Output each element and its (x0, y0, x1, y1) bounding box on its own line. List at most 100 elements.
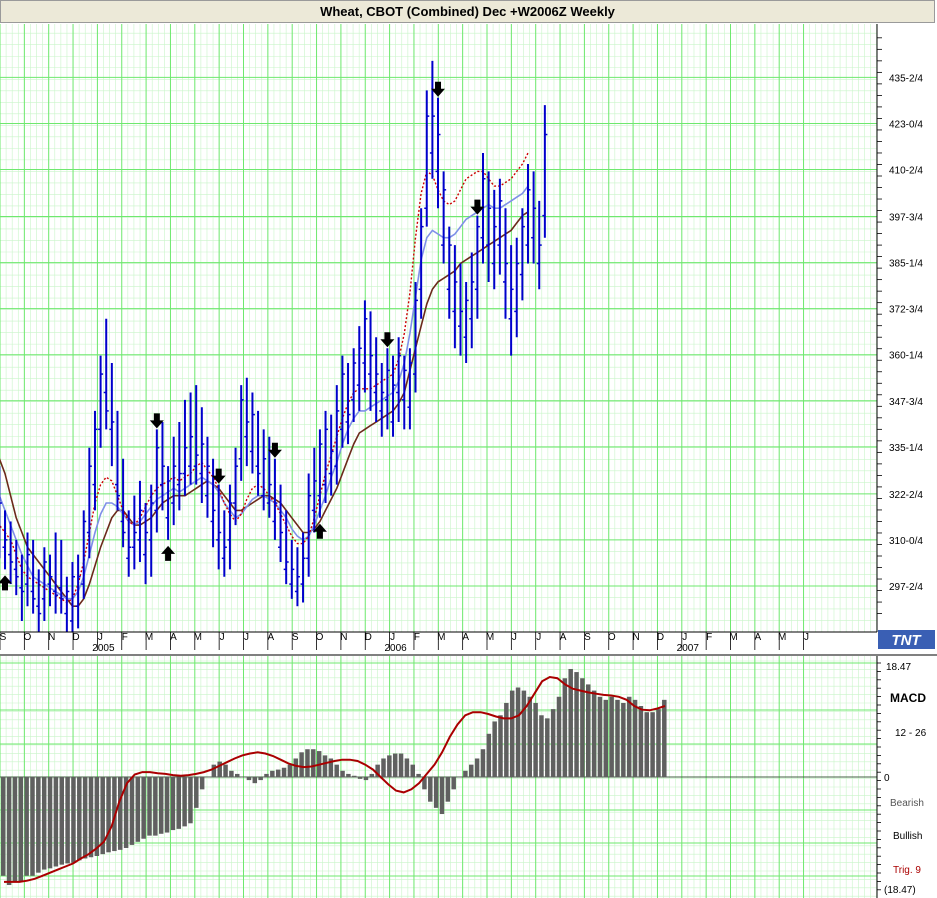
macd-bar (246, 777, 252, 781)
macd-bar (404, 758, 410, 777)
chart-canvas[interactable]: 435-2/4 423-0/4 410-2/4 397-3/4 385-1/4 372-3… (0, 0, 937, 898)
macd-bar (656, 709, 661, 777)
macd-bar (398, 753, 404, 777)
month-label: J (682, 632, 687, 643)
macd-bar (118, 777, 123, 850)
macd-title-label: MACD (890, 691, 926, 705)
macd-bar (88, 777, 94, 858)
macd-bar (381, 758, 386, 777)
price-y-tick-label: 423-0/4 (889, 119, 923, 130)
macd-bar (586, 684, 591, 777)
macd-bar (521, 690, 527, 777)
month-label: J (536, 632, 541, 643)
macd-bar (182, 777, 187, 827)
macd-bar (293, 758, 298, 777)
macd-bar (170, 777, 176, 831)
macd-bar (94, 777, 100, 857)
bullish-legend: Bullish (893, 831, 922, 842)
month-label: N (48, 632, 55, 643)
macd-bar (65, 777, 70, 864)
year-label: 2005 (92, 643, 115, 654)
month-label: A (560, 632, 567, 643)
month-label: J (390, 632, 395, 643)
year-label: 2007 (677, 643, 700, 654)
macd-bar (12, 777, 18, 882)
macd-bar (240, 777, 246, 778)
macd-bar (632, 699, 638, 777)
macd-bar (480, 749, 486, 777)
macd-bar (106, 777, 111, 853)
macd-bar (515, 687, 521, 777)
macd-bar (305, 749, 310, 777)
macd-bar (281, 767, 287, 777)
macd-bar (533, 702, 538, 777)
month-label: F (706, 632, 712, 643)
macd-params-label: 12 - 26 (895, 728, 927, 739)
month-label: F (414, 632, 420, 643)
price-y-tick-label: 435-2/4 (889, 73, 923, 84)
month-label: A (462, 632, 469, 643)
price-pane: 435-2/4 423-0/4 410-2/4 397-3/4 385-1/4 372-3… (0, 24, 935, 653)
month-label: N (340, 632, 347, 643)
macd-bar (609, 696, 614, 777)
macd-bar (340, 770, 345, 777)
macd-bar (498, 715, 503, 777)
macd-bar (235, 773, 240, 777)
macd-bar (568, 668, 573, 777)
tnt-logo: TNT (878, 630, 935, 649)
macd-bar (53, 777, 59, 867)
trigger-legend: Trig. 9 (893, 865, 921, 876)
macd-bar (77, 777, 82, 861)
month-label: S (292, 632, 299, 643)
macd-bar (194, 777, 199, 808)
month-label: S (0, 632, 7, 643)
month-label: A (268, 632, 275, 643)
macd-bar (147, 777, 152, 836)
month-label: J (244, 632, 249, 643)
macd-bar (369, 773, 375, 777)
macd-bar (141, 777, 146, 839)
macd-bar (1, 777, 6, 876)
macd-bar (322, 755, 328, 777)
macd-bar (153, 777, 158, 836)
macd-bar (252, 777, 258, 784)
macd-bar (580, 678, 585, 777)
price-y-tick-label: 372-3/4 (889, 305, 923, 316)
macd-bar (410, 764, 415, 777)
macd-bar (223, 764, 228, 777)
macd-bar (626, 696, 632, 777)
price-y-tick-label: 410-2/4 (889, 166, 923, 177)
macd-bar (650, 712, 655, 777)
macd-bar (199, 777, 205, 790)
month-label: J (512, 632, 517, 643)
macd-bar (662, 699, 667, 777)
macd-bar (18, 777, 24, 882)
macd-bar (562, 678, 568, 777)
macd-bar (509, 690, 515, 777)
price-y-tick-label: 360-1/4 (889, 351, 923, 362)
macd-bar (486, 733, 492, 777)
macd-bar (176, 777, 181, 829)
macd-bar (615, 699, 620, 777)
macd-bar (346, 773, 351, 777)
month-label: D (365, 632, 372, 643)
macd-bar (621, 702, 626, 777)
macd-bar (258, 777, 263, 781)
month-label: S (584, 632, 591, 643)
macd-bar (550, 709, 556, 777)
macd-bar (474, 758, 480, 777)
month-label: J (220, 632, 225, 643)
bearish-legend: Bearish (890, 798, 924, 809)
macd-bar (433, 777, 439, 808)
macd-bar (357, 777, 363, 779)
macd-bar (392, 753, 398, 777)
macd-bar (445, 777, 451, 802)
macd-bar (164, 777, 170, 833)
price-y-tick-label: 322-2/4 (889, 490, 923, 501)
macd-bar (504, 702, 509, 777)
month-label: J (804, 632, 809, 643)
macd-top-label: 18.47 (886, 662, 911, 673)
macd-bar (47, 777, 53, 869)
macd-bar (270, 770, 275, 777)
macd-bar (299, 752, 304, 777)
